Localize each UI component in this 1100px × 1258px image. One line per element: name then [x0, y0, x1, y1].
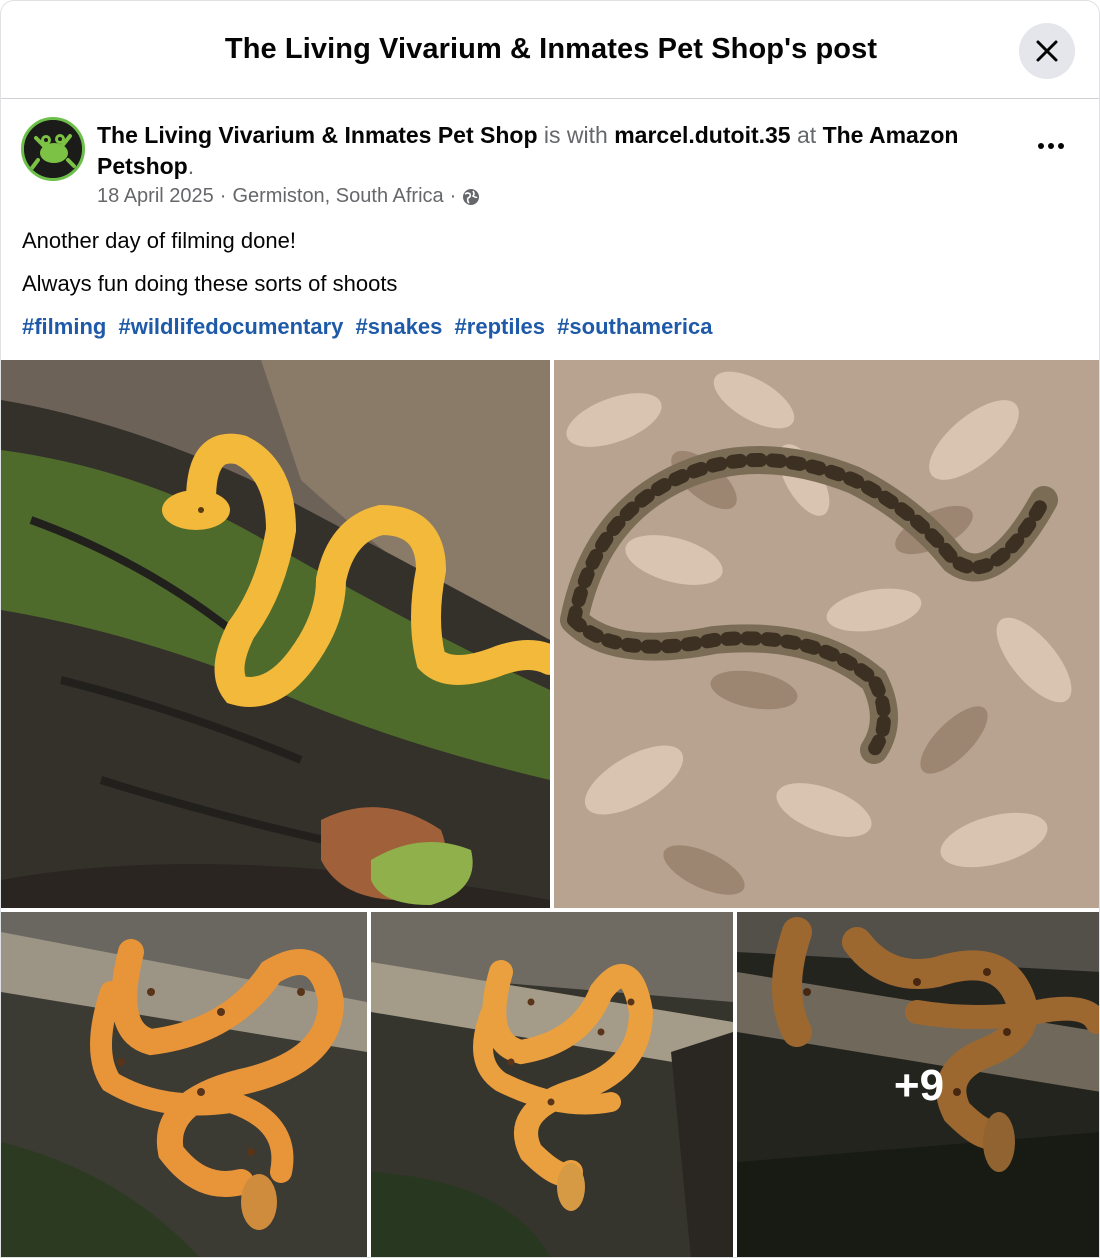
meta-separator-2: · [449, 185, 457, 207]
hashtag-link[interactable]: #reptiles [455, 314, 546, 339]
more-options-button[interactable] [1031, 131, 1071, 161]
tagged-user-link[interactable]: marcel.dutoit.35 [614, 122, 790, 148]
more-dot [1038, 143, 1044, 149]
more-dot [1058, 143, 1064, 149]
post-header: The Living Vivarium & Inmates Pet Shop i… [21, 117, 1081, 217]
globe-icon [463, 188, 480, 205]
post-body: Another day of filming done! Always fun … [22, 226, 1082, 355]
yellow-snake-photo [1, 360, 550, 908]
more-dot [1048, 143, 1054, 149]
meta-separator: · [219, 185, 227, 207]
post-line-2: Always fun doing these sorts of shoots [22, 271, 398, 296]
hashtag-link[interactable]: #filming [22, 314, 106, 339]
orange-boa-photo-2 [371, 912, 733, 1257]
orange-boa-photo [1, 912, 367, 1257]
more-photos-overlay[interactable]: +9 [737, 912, 1099, 1257]
gallery-photo-5[interactable]: +9 [737, 912, 1099, 1257]
post-location[interactable]: Germiston, South Africa [232, 185, 443, 208]
close-icon [1036, 40, 1058, 62]
gallery-photo-4[interactable] [371, 912, 733, 1257]
post-date[interactable]: 18 April 2025 [97, 185, 214, 208]
period: . [187, 153, 195, 179]
close-button[interactable] [1019, 23, 1075, 79]
post-modal: The Living Vivarium & Inmates Pet Shop's… [0, 0, 1100, 1258]
hashtag-link[interactable]: #snakes [356, 314, 443, 339]
post-meta: 18 April 2025 · Germiston, South Africa … [97, 185, 480, 208]
hashtag-list: #filming #wildlifedocumentary #snakes #r… [22, 312, 1082, 342]
more-photos-count: +9 [893, 1060, 945, 1110]
modal-header: The Living Vivarium & Inmates Pet Shop's… [1, 1, 1099, 99]
page-avatar[interactable] [21, 117, 85, 181]
hashtag-link[interactable]: #wildlifedocumentary [118, 314, 343, 339]
gallery-photo-1[interactable] [1, 360, 550, 908]
author-line: The Living Vivarium & Inmates Pet Shop i… [97, 120, 997, 182]
frog-logo-icon [24, 120, 82, 178]
post-line-1: Another day of filming done! [22, 228, 296, 253]
author-link[interactable]: The Living Vivarium & Inmates Pet Shop [97, 122, 538, 148]
gallery-photo-3[interactable] [1, 912, 367, 1257]
hashtag-link[interactable]: #southamerica [557, 314, 712, 339]
with-text: is with [543, 122, 608, 148]
gallery-photo-2[interactable] [554, 360, 1099, 908]
at-text: at [796, 122, 817, 148]
modal-title: The Living Vivarium & Inmates Pet Shop's… [224, 33, 878, 65]
spotted-viper-photo [554, 360, 1099, 908]
